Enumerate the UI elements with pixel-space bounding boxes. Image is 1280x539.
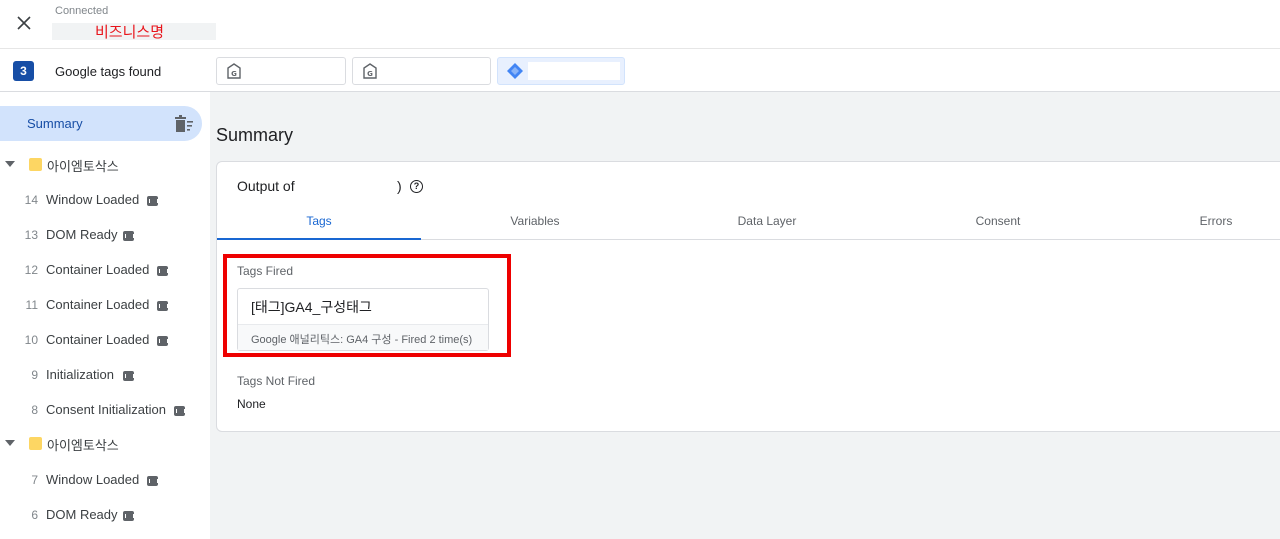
sidebar-event[interactable]: 13 DOM Ready [0, 221, 210, 251]
connection-status: Connected [55, 5, 109, 17]
gtm-container-chip[interactable] [497, 57, 625, 85]
chip-label-mask [528, 62, 620, 80]
tag-bar: 3 Google tags found G G [0, 49, 1280, 92]
sidebar-event[interactable]: 9 Initialization [0, 361, 210, 391]
sidebar-event[interactable]: 11 Container Loaded [0, 291, 210, 321]
code-icon [123, 231, 134, 241]
code-icon [147, 476, 158, 486]
event-name: Window Loaded [46, 192, 140, 207]
group-label: 아이엠토삭스 [47, 159, 119, 174]
tab-data-layer[interactable]: Data Layer [665, 207, 869, 240]
output-redacted [307, 179, 397, 195]
tag-count-badge: 3 [13, 61, 34, 81]
google-tag-icon: G [227, 63, 241, 79]
google-tag-icon: G [363, 63, 377, 79]
top-bar: Connected 비즈니스명 [0, 0, 1280, 49]
sidebar-event[interactable]: 6 DOM Ready [0, 501, 210, 531]
folder-icon [29, 437, 42, 450]
sidebar-event[interactable]: 10 Container Loaded [0, 326, 210, 356]
tags-not-fired-label: Tags Not Fired [237, 374, 316, 388]
code-icon [123, 511, 134, 521]
help-icon[interactable]: ? [410, 180, 423, 193]
event-number: 10 [24, 333, 38, 347]
code-icon [157, 336, 168, 346]
tab-bar: Tags Variables Data Layer Consent Errors [217, 207, 1280, 240]
code-icon [147, 196, 158, 206]
event-number: 14 [24, 193, 38, 207]
event-name: Container Loaded [46, 332, 150, 347]
group-label: 아이엠토삭스 [47, 438, 119, 453]
event-name: Initialization [46, 367, 114, 382]
event-number: 9 [31, 368, 38, 382]
code-icon [174, 406, 185, 416]
sidebar-group-2[interactable]: 아이엠토삭스 [0, 429, 210, 459]
event-name: Window Loaded [46, 472, 140, 487]
caret-down-icon [5, 440, 15, 446]
close-button[interactable] [12, 11, 36, 35]
svg-text:G: G [231, 70, 237, 78]
output-suffix: ) [397, 178, 402, 194]
sidebar-item-summary[interactable]: Summary [0, 106, 202, 141]
sidebar-group-1[interactable]: 아이엠토삭스 [0, 150, 210, 180]
folder-icon [29, 158, 42, 171]
output-card: Output of ) ? Tags Variables Data Layer … [216, 161, 1280, 432]
sidebar: Summary 아이엠토삭스 14 Window Loaded 13 DOM R… [0, 92, 210, 539]
code-icon [157, 301, 168, 311]
event-name: Container Loaded [46, 262, 150, 277]
code-icon [157, 266, 168, 276]
tags-fired-label: Tags Fired [237, 264, 294, 278]
sidebar-event[interactable]: 8 Consent Initialization [0, 396, 210, 426]
event-name: DOM Ready [46, 227, 118, 242]
gtm-diamond-icon [507, 63, 523, 79]
tags-found-label: Google tags found [55, 64, 162, 79]
sidebar-event[interactable]: 14 Window Loaded [0, 186, 210, 216]
event-name: Consent Initialization [46, 402, 166, 417]
google-tag-chip-2[interactable]: G [352, 57, 491, 85]
google-tag-chip-1[interactable]: G [216, 57, 346, 85]
clear-messages-icon[interactable] [174, 115, 194, 133]
event-number: 12 [24, 263, 38, 277]
fired-tag-detail: Google 애널리틱스: GA4 구성 - Fired 2 time(s) [238, 324, 488, 350]
svg-text:G: G [367, 70, 373, 78]
close-icon [17, 16, 31, 30]
tab-tags[interactable]: Tags [217, 207, 421, 240]
sidebar-event[interactable]: 12 Container Loaded [0, 256, 210, 286]
page-title: Summary [216, 125, 294, 145]
event-name: DOM Ready [46, 507, 118, 522]
code-icon [123, 371, 134, 381]
sidebar-item-label: Summary [27, 116, 83, 131]
tab-consent[interactable]: Consent [896, 207, 1100, 240]
tab-errors[interactable]: Errors [1114, 207, 1280, 240]
fired-tag-card[interactable]: [태그]GA4_구성태그 Google 애널리틱스: GA4 구성 - Fire… [237, 288, 489, 351]
tags-not-fired-value: None [237, 397, 266, 411]
event-number: 13 [24, 228, 38, 242]
site-name: 비즈니스명 [95, 24, 165, 41]
output-label: Output of [237, 178, 295, 194]
event-number: 8 [31, 403, 38, 417]
event-number: 6 [31, 508, 38, 522]
fired-tag-name: [태그]GA4_구성태그 [251, 299, 372, 315]
event-name: Container Loaded [46, 297, 150, 312]
event-number: 11 [25, 298, 38, 312]
sidebar-event[interactable]: 7 Window Loaded [0, 466, 210, 496]
caret-down-icon [5, 161, 15, 167]
event-number: 7 [31, 473, 38, 487]
tab-variables[interactable]: Variables [433, 207, 637, 240]
